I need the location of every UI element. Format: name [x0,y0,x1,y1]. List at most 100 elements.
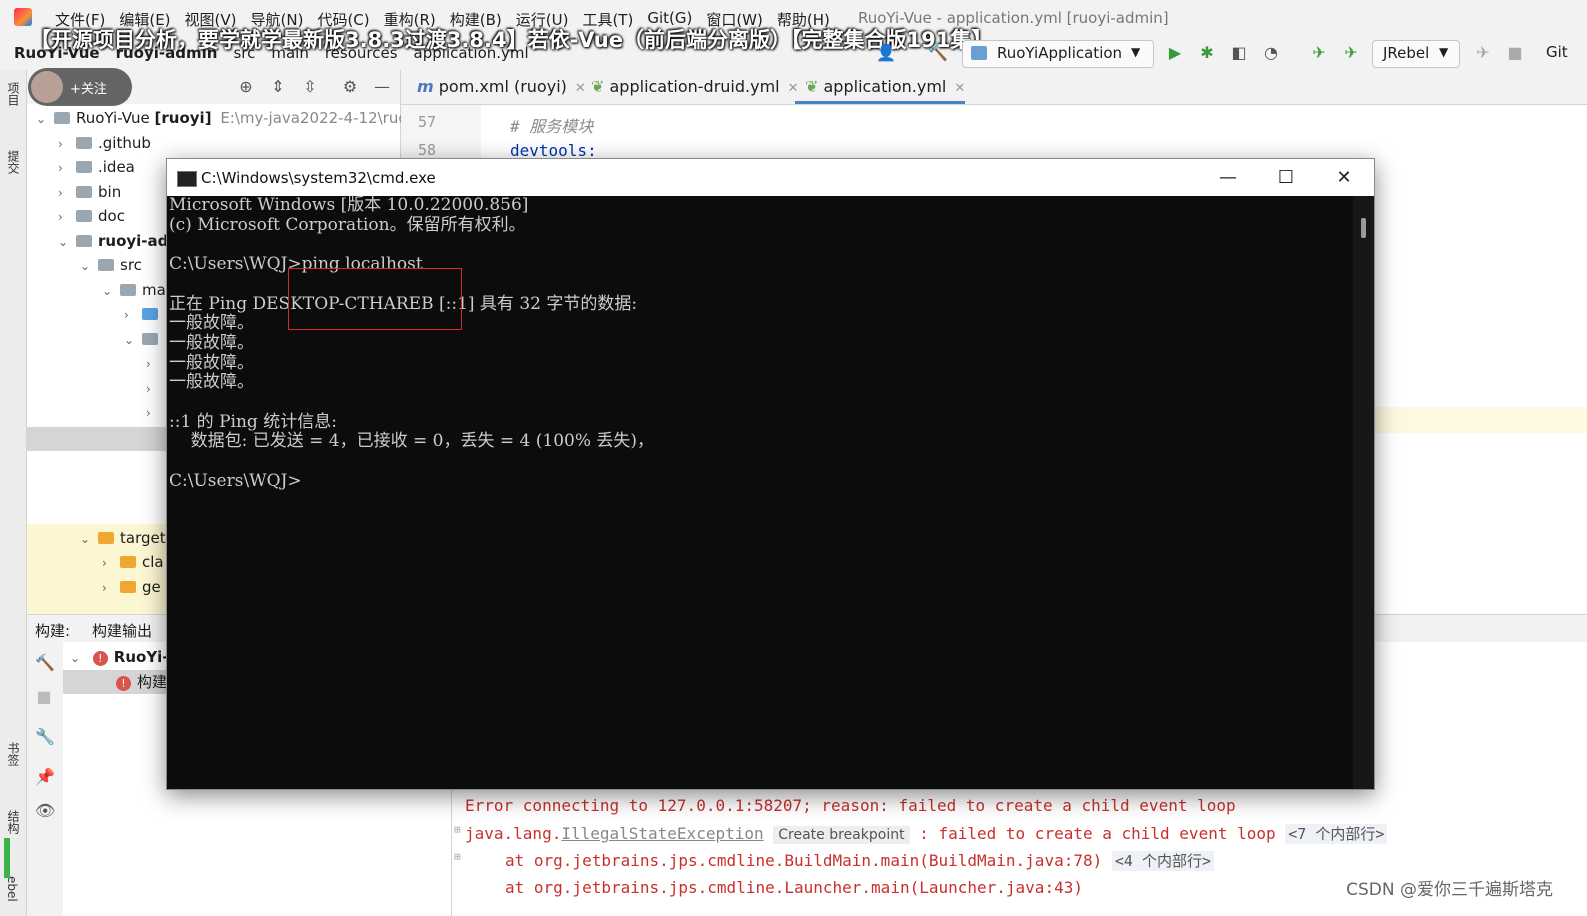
chevron-right-icon: › [124,308,129,322]
user-icon[interactable]: 👤 [876,44,896,62]
output-line: ⊞ at org.jetbrains.jps.cmdline.BuildMain.… [454,850,1214,871]
coverage-icon[interactable]: ◧ [1230,44,1248,62]
resources-folder-icon [142,333,158,345]
tool-jrebel[interactable]: ebel [5,876,19,902]
console-line: Microsoft Windows [版本 10.0.22000.856] [169,195,529,215]
build-tree-root[interactable]: ⌄ ! RuoYi- [70,645,169,669]
tree-item-idea[interactable]: › .idea [58,155,135,179]
collapse-all-icon[interactable]: ⇳ [301,78,319,96]
tree-item-sub1[interactable]: › [146,351,164,375]
tree-item-java[interactable]: › [124,302,164,326]
tree-item-github[interactable]: › .github [58,131,151,155]
tree-item-target[interactable]: ⌄ target [80,526,166,550]
chevron-right-icon: › [146,357,151,371]
chevron-right-icon: › [58,161,63,175]
debug-icon[interactable]: ✱ [1198,44,1216,62]
tree-root[interactable]: ⌄ RuoYi-Vue [ruoyi] E:\my-java2022-4-12\r… [36,106,416,130]
chevron-down-icon: ⌄ [58,235,69,249]
tree-item-sub2[interactable]: › [146,376,164,400]
stop-icon[interactable]: ■ [35,688,53,706]
follow-badge[interactable]: +关注 [28,68,132,106]
build-tree-child[interactable]: ! 构建 [116,670,167,694]
chevron-down-icon: ⌄ [80,259,91,273]
tree-item-main[interactable]: ⌄ ma [102,278,166,302]
run-configuration-select[interactable]: RuoYiApplication ▼ [962,40,1154,68]
tool-project[interactable]: 项目 [5,82,22,106]
line-number: 58 [418,141,437,159]
tree-item-sub3[interactable]: › [146,400,164,424]
jrebel-status-bar [4,838,10,878]
maximize-button[interactable]: ☐ [1257,159,1315,196]
cmd-titlebar[interactable]: C:\Windows\system32\cmd.exe — ☐ ✕ [167,159,1374,196]
tab-build-output[interactable]: 构建输出 [92,620,152,641]
close-icon[interactable]: ✕ [954,81,965,96]
internal-lines-badge[interactable]: <4 个内部行> [1111,851,1214,871]
tree-item-bin[interactable]: › bin [58,180,121,204]
jrebel-run-icon[interactable]: ✈ [1310,44,1328,62]
chevron-down-icon: ▼ [1439,45,1449,59]
tool-structure[interactable]: 结构 [5,810,22,834]
wrench-icon[interactable]: 🔧 [35,728,55,746]
tree-item-src[interactable]: ⌄ src [80,253,142,277]
cmd-console[interactable]: Microsoft Windows [版本 10.0.22000.856] (c… [167,195,1353,789]
profile-icon[interactable]: ◔ [1262,44,1280,62]
git-label[interactable]: Git [1546,43,1568,61]
exception-class-link[interactable]: IllegalStateException [561,824,763,843]
tab-pom-xml[interactable]: m pom.xml (ruoyi) ✕ [407,70,586,104]
jrebel-debug-icon[interactable]: ✈ [1342,44,1360,62]
cmd-window[interactable]: C:\Windows\system32\cmd.exe — ☐ ✕ Micros… [166,158,1375,790]
avatar [31,71,63,103]
build-hammer-icon[interactable]: 🔨 [928,44,948,62]
tree-item-resources[interactable]: ⌄ [124,327,164,351]
stop-icon[interactable]: ■ [1506,44,1524,62]
code-comment: # 服务模块 [510,117,594,136]
pin-icon[interactable]: 📌 [35,768,55,786]
tab-label: application-druid.yml [609,77,780,96]
output-line: Error connecting to 127.0.0.1:58207; rea… [465,796,1236,815]
excluded-folder-icon [120,581,136,593]
close-button[interactable]: ✕ [1315,159,1373,196]
folder-icon [120,284,136,296]
editor-tabs: m pom.xml (ruoyi) ✕ ❦ application-druid.y… [401,70,1587,105]
tab-application-yml[interactable]: ❦ application.yml ✕ [795,70,966,104]
tree-item-doc[interactable]: › doc [58,204,125,228]
excluded-folder-icon [120,556,136,568]
scrollbar-thumb[interactable] [1361,218,1366,238]
console-line: 数据包: 已发送 = 4，已接收 = 0，丢失 = 4 (100% 丢失)， [169,431,655,451]
locate-icon[interactable]: ⊕ [237,78,255,96]
console-line: (c) Microsoft Corporation。保留所有权利。 [169,215,526,235]
scrollbar[interactable] [1353,196,1374,789]
minimize-button[interactable]: — [1199,159,1257,196]
fold-icon[interactable]: ⊞ [454,823,461,836]
tree-item-classes[interactable]: › cla [102,550,164,574]
tree-item-generated[interactable]: › ge [102,575,161,599]
chevron-down-icon: ⌄ [80,532,91,546]
tool-bookmarks[interactable]: 书签 [5,742,22,766]
cmd-title: C:\Windows\system32\cmd.exe [201,169,436,187]
tab-label: pom.xml (ruoyi) [438,77,567,96]
internal-lines-badge[interactable]: <7 个内部行> [1285,824,1388,844]
error-icon: ! [116,676,131,691]
current-line-highlight [1372,407,1587,433]
deploy-icon[interactable]: ✈ [1474,44,1492,62]
tree-root-module: [ruoyi] [154,109,212,127]
hide-icon[interactable]: — [373,78,391,96]
build-hammer-icon[interactable]: 🔨 [35,654,55,672]
jrebel-select[interactable]: JRebel ▼ [1372,40,1460,68]
eye-icon[interactable]: 👁 [35,802,55,820]
gear-icon[interactable]: ⚙ [341,78,359,96]
tree-item-label: cla [142,553,164,571]
fold-icon[interactable]: ⊞ [454,850,461,863]
csdn-watermark: CSDN @爱你三千遍斯塔克 [1346,880,1553,900]
tab-application-druid[interactable]: ❦ application-druid.yml ✕ [581,70,799,104]
console-icon [177,171,197,187]
run-icon[interactable]: ▶ [1166,44,1184,62]
create-breakpoint-hint[interactable]: Create breakpoint [773,826,910,844]
expand-all-icon[interactable]: ⇕ [269,78,287,96]
tool-commit[interactable]: 提交 [5,150,22,174]
tree-item-ruoyi-admin[interactable]: ⌄ ruoyi-ad [58,229,168,253]
tree-item-label: target [120,529,166,547]
output-line: at org.jetbrains.jps.cmdline.Launcher.ma… [505,878,1083,897]
tree-selection [27,427,167,451]
yaml-file-icon: ❦ [591,77,605,96]
